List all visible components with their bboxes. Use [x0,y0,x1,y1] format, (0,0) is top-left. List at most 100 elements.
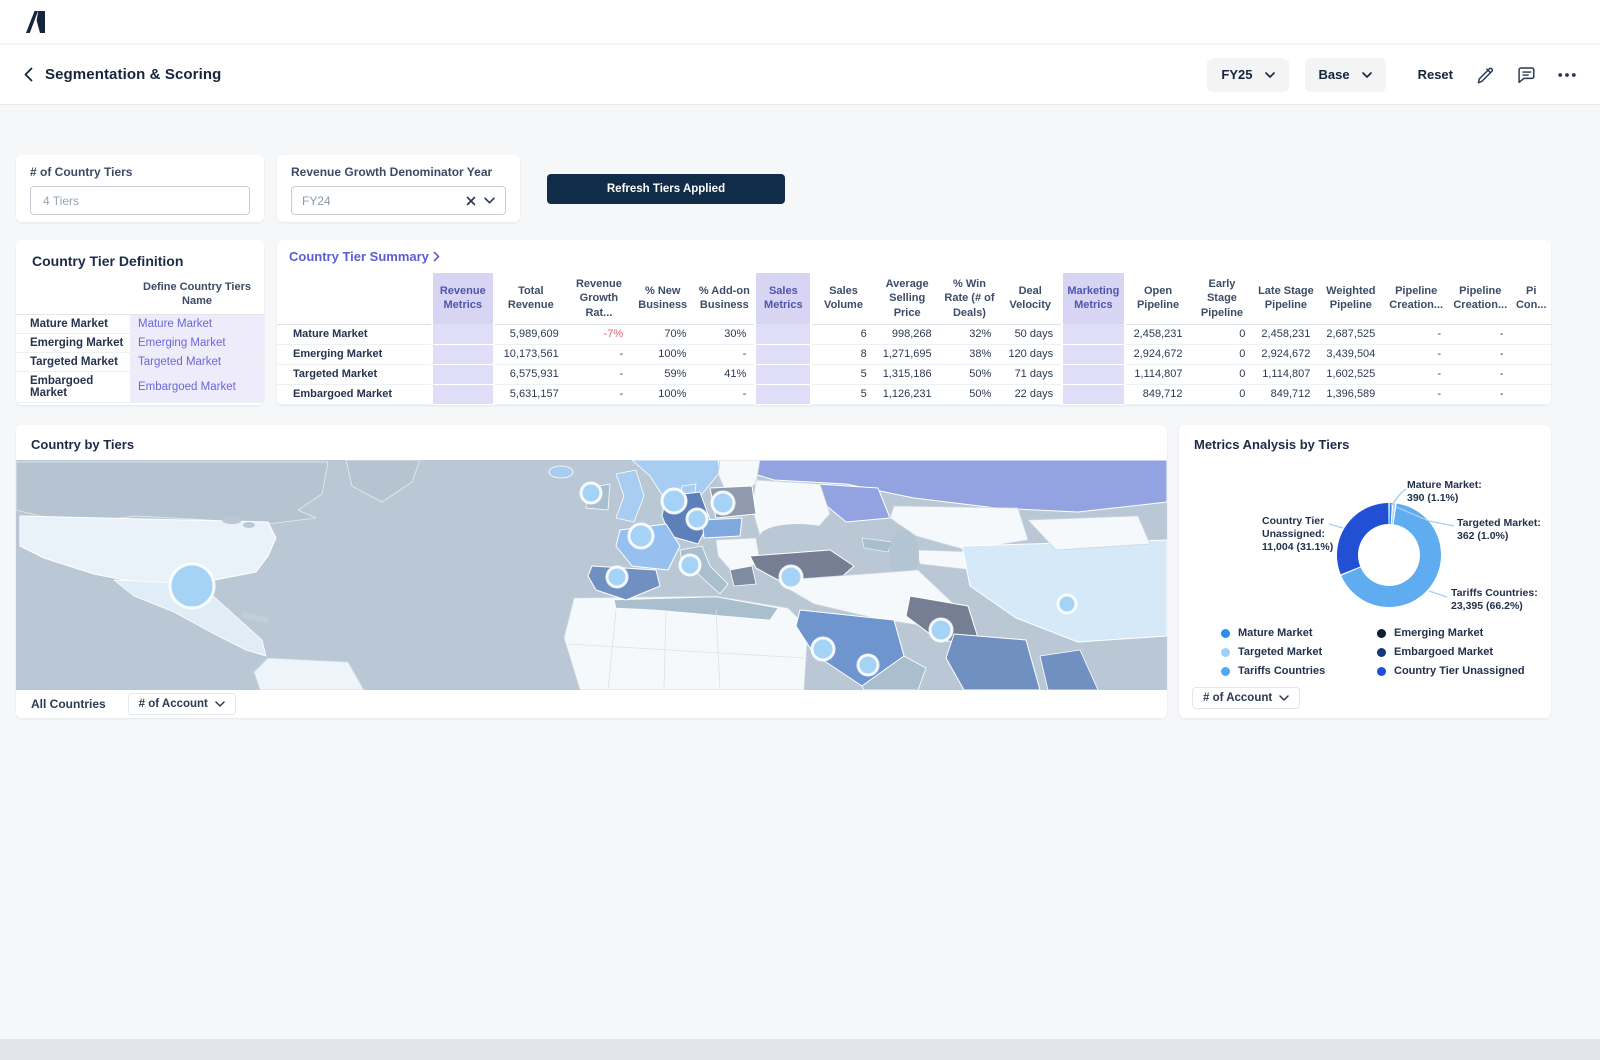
summary-column-header: Pi Con... [1511,273,1551,324]
tier-name-cell[interactable]: Embargoed Market [130,371,264,402]
summary-row: Embargoed Market5,631,157-100%-51,126,23… [277,384,1551,404]
map-bubble[interactable] [687,509,707,529]
map-bubble[interactable] [1058,595,1076,613]
summary-cell [755,384,811,404]
world-map[interactable] [16,460,1167,690]
back-icon[interactable] [24,67,33,82]
definition-column-header: Define Country Tiers Name [130,275,264,314]
more-options-button[interactable] [1558,72,1576,78]
tier-summary-card: Country Tier Summary Revenue MetricsTota… [277,240,1551,405]
summary-column-header: Open Pipeline [1125,273,1191,324]
definition-row: Emerging MarketEmerging Market [16,333,264,352]
scenario-selector[interactable]: Base [1305,58,1386,92]
comment-icon [1516,65,1536,84]
summary-column-header: Revenue Metrics [432,273,494,324]
summary-cell: 5,989,609 [494,324,567,344]
summary-cell: 1,126,231 [875,384,940,404]
summary-cell [432,364,494,384]
summary-cell: 10,173,561 [494,344,567,364]
legend-item[interactable]: Targeted Market [1221,646,1377,658]
summary-cell: 0 [1191,364,1254,384]
legend-item[interactable]: Country Tier Unassigned [1377,665,1525,677]
country-tiers-label: # of Country Tiers [30,165,250,179]
country-tiers-field [30,186,250,215]
definition-row: Embargoed MarketEmbargoed Market [16,371,264,402]
summary-column-header: Pipeline Creation... [1383,273,1449,324]
legend-label: Targeted Market [1238,646,1322,658]
summary-column-header: % Win Rate (# of Deals) [940,273,1000,324]
page-title: Segmentation & Scoring [45,66,221,83]
map-bubble[interactable] [930,619,952,641]
donut-slice[interactable] [1337,503,1389,574]
country-tiers-input[interactable] [41,193,239,209]
metrics-measure-selector[interactable]: # of Account [1192,687,1300,709]
edit-button[interactable] [1475,65,1494,84]
summary-cell: 3,439,504 [1318,344,1383,364]
map-bubble[interactable] [170,564,214,608]
map-bubble[interactable] [662,489,686,513]
country-tiers-card: # of Country Tiers [16,155,264,222]
summary-column-header: % New Business [631,273,694,324]
legend-item[interactable]: Mature Market [1221,627,1377,639]
tier-name-cell[interactable]: Emerging Market [130,333,264,352]
map-bubble[interactable] [712,492,734,514]
chevron-down-icon [215,701,225,707]
legend-item[interactable]: Emerging Market [1377,627,1525,639]
clear-icon[interactable] [466,196,476,206]
summary-row-label: Targeted Market [277,364,432,384]
summary-cell: 0 [1191,324,1254,344]
legend-item[interactable]: Embargoed Market [1377,646,1525,658]
summary-cell [1511,344,1551,364]
chevron-right-icon [433,251,440,262]
tier-name-cell[interactable]: Mature Market [130,314,264,333]
tier-name-cell[interactable]: Targeted Market [130,352,264,371]
reset-button[interactable]: Reset [1418,67,1453,82]
denominator-year-label: Revenue Growth Denominator Year [291,165,506,179]
app-logo-icon[interactable] [24,10,48,34]
chevron-down-icon[interactable] [484,197,495,204]
donut-callout-targeted: Targeted Market:362 (1.0%) [1457,517,1541,543]
summary-column-header [277,273,432,324]
summary-row-label: Embargoed Market [277,384,432,404]
summary-cell: 38% [940,344,1000,364]
comments-button[interactable] [1516,65,1536,84]
map-measure-selector[interactable]: # of Account [128,693,236,715]
dashboard-page: { "titlebar": { "title": "Segmentation &… [0,0,1600,1060]
app-topbar [0,0,1600,44]
metrics-analysis-card: Metrics Analysis by Tiers Mature Market:… [1179,425,1551,718]
tier-summary-link[interactable]: Country Tier Summary [277,240,1551,270]
summary-column-header: Late Stage Pipeline [1253,273,1318,324]
summary-column-header: Total Revenue [494,273,567,324]
legend-item[interactable]: Tariffs Countries [1221,665,1377,677]
legend-dot-icon [1221,629,1230,638]
definition-table-body: Mature MarketMature MarketEmerging Marke… [16,314,264,402]
summary-cell: 8 [811,344,874,364]
summary-cell: 120 days [999,344,1062,364]
summary-cell: - [567,344,631,364]
map-footer: All Countries # of Account [16,690,1167,718]
map-bubble[interactable] [581,483,601,503]
refresh-tiers-button[interactable]: Refresh Tiers Applied [547,174,785,204]
map-bubble[interactable] [607,567,627,587]
denominator-year-select[interactable]: FY24 [291,186,506,215]
summary-cell: - [1449,344,1511,364]
donut-legend: Mature Market Emerging Market Targeted Mar… [1221,627,1525,677]
fiscal-year-selector[interactable]: FY25 [1207,58,1288,92]
summary-cell: 5,631,157 [494,384,567,404]
map-bubble[interactable] [629,524,653,548]
summary-cell: 100% [631,384,694,404]
map-bubble[interactable] [780,566,802,588]
legend-label: Mature Market [1238,627,1313,639]
summary-cell [755,364,811,384]
summary-row: Mature Market5,989,609-7%70%30%6998,2683… [277,324,1551,344]
map-bubble[interactable] [680,555,700,575]
map-bubble[interactable] [858,655,878,675]
summary-column-header: Early Stage Pipeline [1191,273,1254,324]
scenario-value: Base [1319,67,1350,82]
summary-cell: -7% [567,324,631,344]
summary-column-header: % Add-on Business [694,273,755,324]
tier-summary-title: Country Tier Summary [289,249,429,264]
bottom-strip [0,1039,1600,1060]
summary-cell: - [1449,364,1511,384]
map-bubble[interactable] [812,638,834,660]
